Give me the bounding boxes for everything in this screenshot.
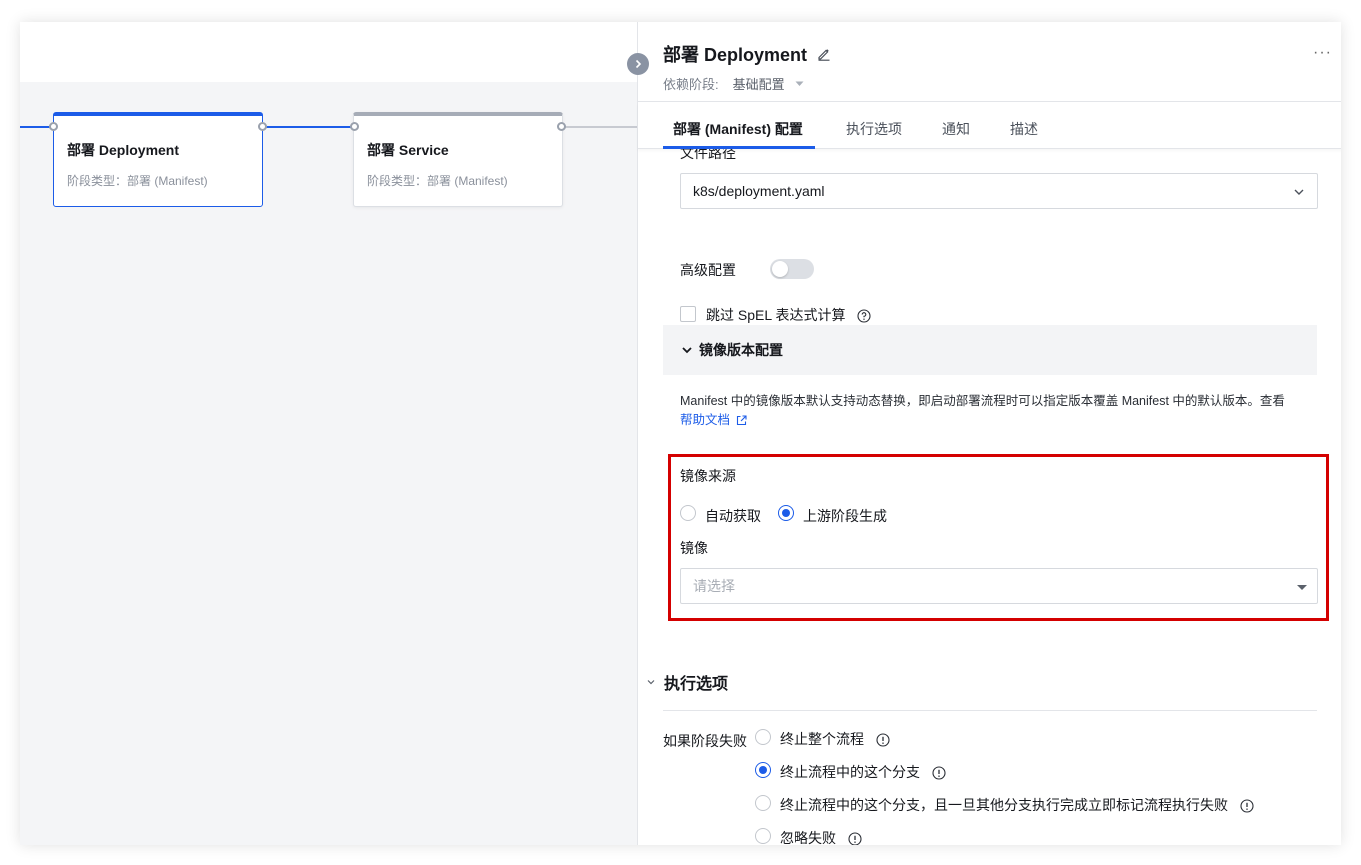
caret-down-icon	[1297, 585, 1307, 590]
dependency-row: 依赖阶段: 基础配置	[663, 74, 804, 93]
edge-deployment-to-service	[264, 126, 354, 128]
image-version-section-header[interactable]: 镜像版本配置	[663, 325, 1317, 375]
chevron-down-icon	[1293, 186, 1305, 198]
more-options-icon[interactable]: ···	[1313, 44, 1332, 62]
info-icon[interactable]	[932, 766, 946, 780]
exec-options-section-header[interactable]: 执行选项	[646, 670, 728, 694]
image-source-label: 镜像来源	[680, 468, 736, 484]
radio-fail-terminate-branch-label[interactable]: 终止流程中的这个分支	[780, 762, 946, 782]
connector-dot[interactable]	[49, 122, 58, 131]
info-icon[interactable]	[848, 832, 862, 845]
drawer-title-text: 部署 Deployment	[663, 45, 808, 65]
stage-node-service[interactable]: 部署 Service 阶段类型：部署 (Manifest)	[353, 112, 563, 207]
external-link-icon	[736, 415, 747, 426]
stage-node-title: 部署 Service	[367, 142, 449, 158]
toggle-knob	[772, 261, 788, 277]
radio-fail-ignore-label[interactable]: 忽略失败	[780, 828, 862, 845]
active-tab-indicator	[663, 146, 815, 149]
stage-config-drawer: 部署 Deployment ··· 依赖阶段: 基础配置 部署 (Manifes…	[637, 22, 1341, 845]
skip-spel-checkbox[interactable]	[680, 306, 696, 322]
radio-fail-terminate-pipeline-label[interactable]: 终止整个流程	[780, 729, 890, 749]
radio-fail-terminate-branch-mark[interactable]	[755, 795, 771, 811]
failure-label: 如果阶段失败	[663, 733, 747, 749]
stage-node-title: 部署 Deployment	[67, 142, 180, 158]
advanced-config-label: 高级配置	[680, 262, 736, 278]
drawer-header: 部署 Deployment ··· 依赖阶段: 基础配置	[638, 22, 1341, 102]
connector-dot[interactable]	[350, 122, 359, 131]
skip-spel-label: 跳过 SpEL 表达式计算	[706, 305, 871, 325]
help-circle-icon[interactable]	[857, 309, 871, 323]
caret-down-icon[interactable]	[795, 81, 804, 87]
file-path-label: 文件路径	[680, 149, 736, 161]
dependency-select[interactable]: 基础配置	[733, 74, 785, 93]
chevron-down-icon	[647, 680, 655, 685]
stage-node-type: 阶段类型：部署 (Manifest)	[367, 174, 508, 188]
section-title: 镜像版本配置	[699, 342, 783, 358]
stage-node-deployment[interactable]: 部署 Deployment 阶段类型：部署 (Manifest)	[53, 112, 263, 207]
chevron-down-icon	[682, 347, 692, 354]
description-text: Manifest 中的镜像版本默认支持动态替换，即启动部署流程时可以指定版本覆盖…	[680, 394, 1285, 408]
option-text: 忽略失败	[780, 830, 836, 845]
app-frame: 部署 Deployment 阶段类型：部署 (Manifest) 部署 Serv…	[20, 22, 1341, 845]
image-select[interactable]: 请选择	[680, 568, 1318, 604]
help-doc-link[interactable]: 帮助文档	[680, 411, 747, 430]
drawer-tabs: 部署 (Manifest) 配置 执行选项 通知 描述	[638, 103, 1341, 149]
tab-exec-options[interactable]: 执行选项	[846, 119, 902, 139]
advanced-config-toggle[interactable]	[770, 259, 814, 279]
edge-outgoing	[564, 126, 638, 128]
image-select-placeholder: 请选择	[693, 578, 735, 594]
image-version-description: Manifest 中的镜像版本默认支持动态替换，即启动部署流程时可以指定版本覆盖…	[680, 392, 1300, 430]
file-path-select[interactable]: k8s/deployment.yaml	[680, 173, 1318, 209]
radio-fail-terminate-branch[interactable]	[755, 762, 771, 778]
pipeline-canvas[interactable]: 部署 Deployment 阶段类型：部署 (Manifest) 部署 Serv…	[20, 82, 638, 845]
tab-manifest-config[interactable]: 部署 (Manifest) 配置	[673, 119, 803, 139]
radio-fail-terminate-branch-mark-label[interactable]: 终止流程中的这个分支，且一旦其他分支执行完成立即标记流程执行失败	[780, 795, 1254, 815]
section-divider	[663, 710, 1317, 711]
help-doc-link-text: 帮助文档	[680, 413, 731, 427]
radio-upstream-stage-label[interactable]: 上游阶段生成	[803, 506, 887, 526]
radio-auto-fetch-label[interactable]: 自动获取	[705, 506, 761, 526]
option-text: 终止流程中的这个分支，且一旦其他分支执行完成立即标记流程执行失败	[780, 797, 1228, 813]
radio-fail-terminate-pipeline[interactable]	[755, 729, 771, 745]
file-path-value: k8s/deployment.yaml	[693, 183, 825, 199]
option-text: 终止流程中的这个分支	[780, 764, 920, 780]
radio-upstream-stage[interactable]	[778, 505, 794, 521]
skip-spel-text: 跳过 SpEL 表达式计算	[706, 307, 846, 323]
drawer-content[interactable]: 文件路径 k8s/deployment.yaml 高级配置 跳过 SpEL 表达…	[638, 149, 1341, 845]
image-label: 镜像	[680, 540, 708, 556]
info-icon[interactable]	[876, 733, 890, 747]
dependency-label: 依赖阶段:	[663, 77, 719, 92]
tab-notification[interactable]: 通知	[942, 119, 970, 139]
exec-options-title: 执行选项	[664, 676, 729, 693]
radio-fail-ignore[interactable]	[755, 828, 771, 844]
drawer-title: 部署 Deployment	[663, 41, 831, 67]
chevron-right-icon	[635, 59, 642, 69]
radio-auto-fetch[interactable]	[680, 505, 696, 521]
connector-dot[interactable]	[557, 122, 566, 131]
collapse-drawer-button[interactable]	[627, 53, 649, 75]
info-icon[interactable]	[1240, 799, 1254, 813]
option-text: 终止整个流程	[780, 731, 864, 747]
tab-description[interactable]: 描述	[1010, 119, 1038, 139]
stage-node-type: 阶段类型：部署 (Manifest)	[67, 174, 208, 188]
canvas-toolbar-area	[20, 22, 638, 82]
edit-icon[interactable]	[817, 47, 831, 61]
connector-dot[interactable]	[258, 122, 267, 131]
